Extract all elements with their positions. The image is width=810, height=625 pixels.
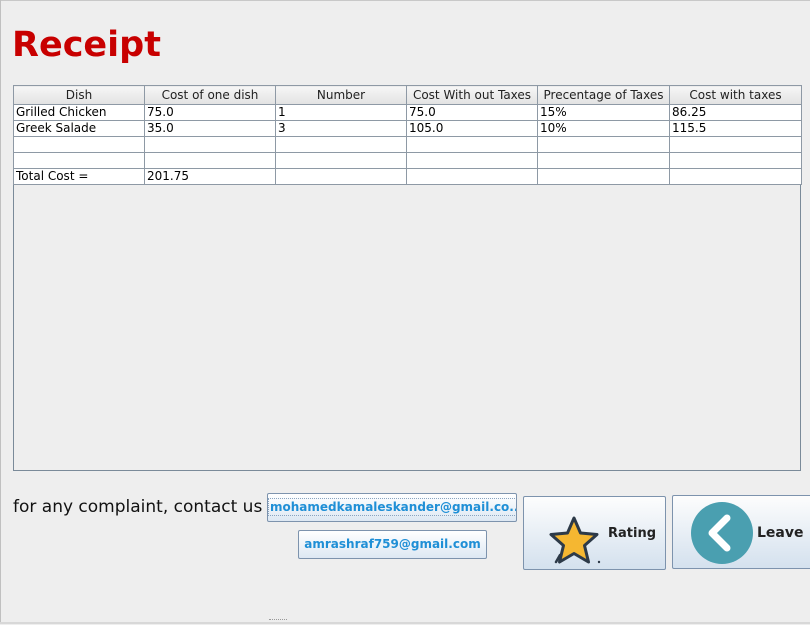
leave-button-label: Leave bbox=[757, 525, 804, 541]
total-label-cell[interactable]: Total Cost = bbox=[13, 168, 145, 185]
table-header-row: Dish Cost of one dish Number Cost With o… bbox=[13, 85, 802, 105]
receipt-table-scrollpane[interactable]: Dish Cost of one dish Number Cost With o… bbox=[13, 85, 802, 471]
column-header-number[interactable]: Number bbox=[275, 85, 407, 105]
table-cell[interactable] bbox=[275, 152, 407, 169]
window-top-edge bbox=[0, 0, 810, 1]
page-title: Receipt bbox=[12, 25, 161, 65]
table-cell[interactable] bbox=[13, 136, 145, 153]
email-button-mohamed[interactable]: mohamedkamaleskander@gmail.co... bbox=[267, 493, 517, 522]
table-cell[interactable]: 15% bbox=[537, 104, 670, 121]
scroll-stub bbox=[269, 619, 287, 625]
table-cell[interactable] bbox=[406, 152, 538, 169]
receipt-table[interactable]: Dish Cost of one dish Number Cost With o… bbox=[13, 85, 802, 185]
table-cell[interactable] bbox=[406, 168, 538, 185]
table-cell[interactable] bbox=[275, 168, 407, 185]
window-left-edge bbox=[0, 0, 1, 624]
column-header-cost-with-taxes[interactable]: Cost with taxes bbox=[669, 85, 802, 105]
table-cell[interactable] bbox=[275, 136, 407, 153]
table-cell[interactable]: 1 bbox=[275, 104, 407, 121]
table-row[interactable]: Grilled Chicken 75.0 1 75.0 15% 86.25 bbox=[13, 104, 802, 121]
table-cell[interactable] bbox=[144, 152, 276, 169]
table-row[interactable] bbox=[13, 136, 802, 153]
table-row-total[interactable]: Total Cost = 201.75 bbox=[13, 168, 802, 185]
column-header-cost-without-taxes[interactable]: Cost With out Taxes bbox=[406, 85, 538, 105]
table-cell[interactable]: Grilled Chicken bbox=[13, 104, 145, 121]
table-cell[interactable] bbox=[537, 136, 670, 153]
table-cell[interactable] bbox=[669, 152, 802, 169]
table-cell[interactable] bbox=[669, 136, 802, 153]
leave-button[interactable]: Leave bbox=[672, 495, 810, 569]
table-cell[interactable]: 75.0 bbox=[144, 104, 276, 121]
table-cell[interactable]: 105.0 bbox=[406, 120, 538, 137]
table-cell[interactable]: 115.5 bbox=[669, 120, 802, 137]
column-header-percentage-taxes[interactable]: Precentage of Taxes bbox=[537, 85, 670, 105]
table-cell[interactable]: 10% bbox=[537, 120, 670, 137]
rating-button-label: Rating bbox=[608, 526, 657, 541]
table-cell[interactable] bbox=[406, 136, 538, 153]
total-value-cell[interactable]: 201.75 bbox=[144, 168, 276, 185]
column-header-cost-one-dish[interactable]: Cost of one dish bbox=[144, 85, 276, 105]
table-cell[interactable] bbox=[669, 168, 802, 185]
rating-button[interactable]: Rating bbox=[523, 496, 666, 570]
table-cell[interactable]: Greek Salade bbox=[13, 120, 145, 137]
email-button-amr[interactable]: amrashraf759@gmail.com bbox=[298, 530, 487, 559]
table-cell[interactable] bbox=[13, 152, 145, 169]
table-cell[interactable]: 35.0 bbox=[144, 120, 276, 137]
table-cell[interactable]: 75.0 bbox=[406, 104, 538, 121]
table-row[interactable] bbox=[13, 152, 802, 169]
table-cell[interactable]: 86.25 bbox=[669, 104, 802, 121]
complaint-contact-label: for any complaint, contact us bbox=[13, 497, 263, 517]
table-cell[interactable] bbox=[537, 168, 670, 185]
back-chevron-icon bbox=[691, 502, 753, 564]
table-cell[interactable] bbox=[144, 136, 276, 153]
table-cell[interactable] bbox=[537, 152, 670, 169]
table-row[interactable]: Greek Salade 35.0 3 105.0 10% 115.5 bbox=[13, 120, 802, 137]
column-header-dish[interactable]: Dish bbox=[13, 85, 145, 105]
table-cell[interactable]: 3 bbox=[275, 120, 407, 137]
star-icon bbox=[549, 516, 601, 564]
email-button-label: mohamedkamaleskander@gmail.co... bbox=[268, 498, 516, 516]
